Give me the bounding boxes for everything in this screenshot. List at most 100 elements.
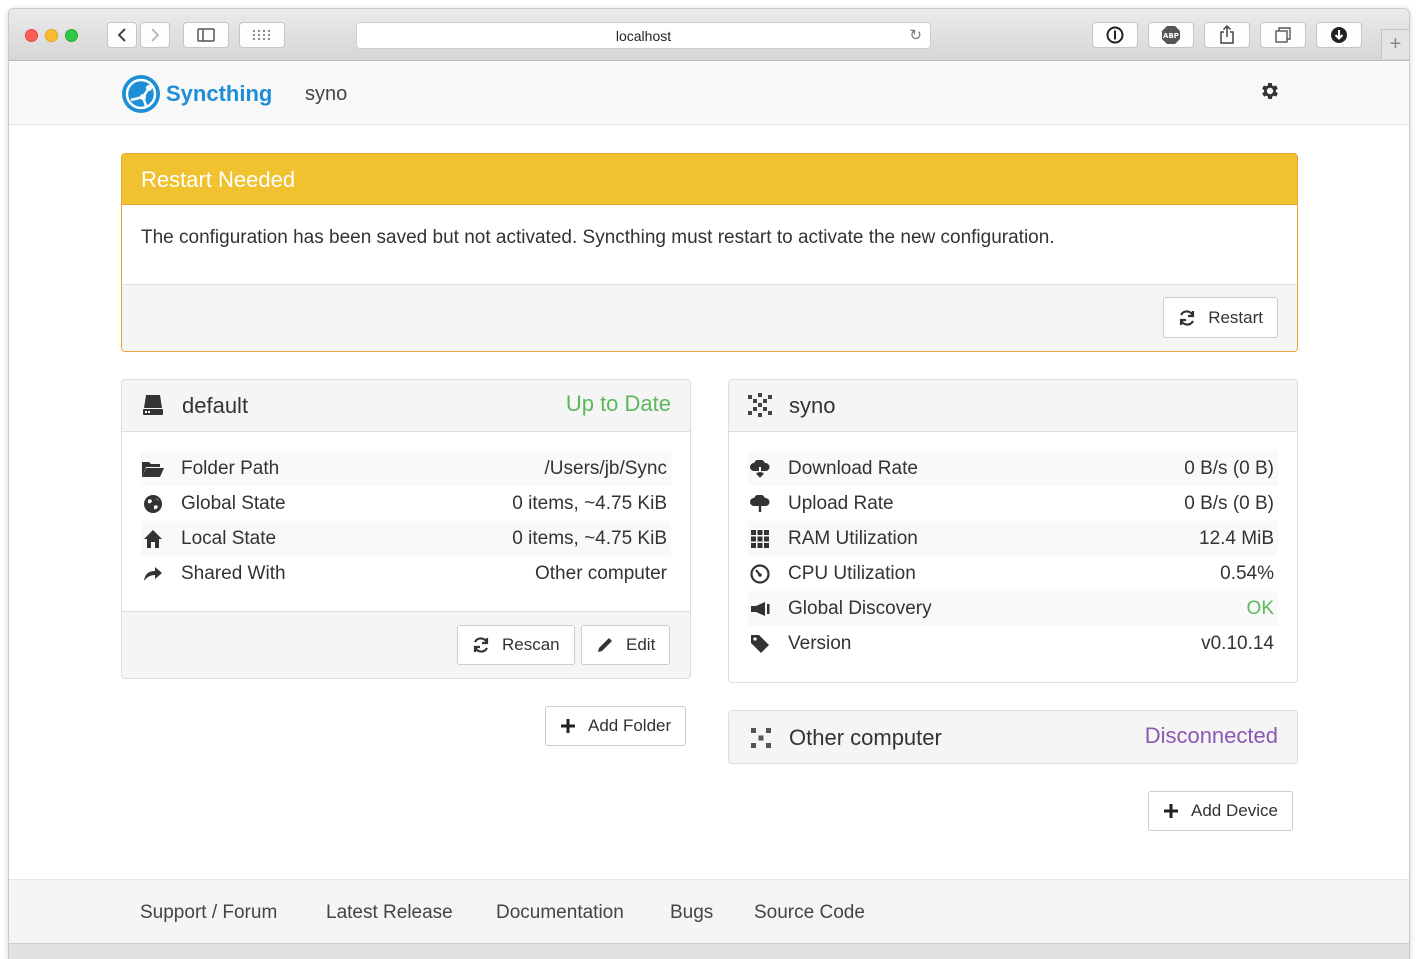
forward-button[interactable] [140,22,170,48]
footer-link-latest-release[interactable]: Latest Release [326,902,453,924]
cloud-upload-icon [748,494,772,514]
zoom-window-button[interactable] [65,29,78,42]
this-device-header[interactable]: syno [729,380,1297,432]
remote-device-status: Disconnected [1144,723,1278,748]
ram-utilization-row: RAM Utilization 12.4 MiB [748,521,1278,556]
alert-title: Restart Needed [122,154,1297,205]
remote-device-header[interactable]: Other computer Disconnected [729,711,1297,763]
add-device-button[interactable]: Add Device [1148,791,1293,831]
version-value: v0.10.14 [1201,632,1274,654]
local-state-value: 0 items, ~4.75 KiB [512,527,667,549]
plus-icon [1164,804,1178,818]
brand[interactable]: Syncthing [121,74,272,114]
th-grid-icon [748,529,772,549]
restart-button[interactable]: Restart [1163,297,1278,338]
rescan-button[interactable]: Rescan [457,625,575,665]
tabs-icon [1275,27,1291,43]
chevron-left-icon [117,28,126,42]
download-rate-row: Download Rate 0 B/s (0 B) [748,451,1278,486]
app-navbar: Syncthing syno [9,62,1409,125]
restart-alert-panel: Restart Needed The configuration has bee… [121,153,1298,352]
footer-link-documentation[interactable]: Documentation [496,902,624,924]
device-identicon-icon [748,393,772,417]
download-rate-value: 0 B/s (0 B) [1184,457,1274,479]
add-device-label: Add Device [1191,801,1278,820]
global-state-row: Global State 0 items, ~4.75 KiB [141,486,671,521]
refresh-icon [473,637,489,653]
folder-open-icon [141,459,165,479]
ram-utilization-value: 12.4 MiB [1199,527,1274,549]
share-arrow-icon [141,564,165,584]
adblock-button[interactable]: ABP [1148,22,1194,48]
add-folder-button[interactable]: Add Folder [545,706,687,746]
add-folder-label: Add Folder [588,716,672,735]
cpu-utilization-label: CPU Utilization [788,562,916,584]
sidebar-toggle-button[interactable] [183,22,229,48]
folder-path-label: Folder Path [181,457,280,479]
device-identicon-icon [751,728,771,748]
global-discovery-row: Global Discovery OK [748,591,1278,626]
remote-device-panel[interactable]: Other computer Disconnected [728,710,1298,764]
bullhorn-icon [748,599,772,619]
global-discovery-value: OK [1246,597,1274,619]
tabs-overview-button[interactable] [1260,22,1306,48]
folder-status: Up to Date [565,391,671,416]
downloads-button[interactable] [1316,22,1362,48]
device-name: syno [305,83,348,105]
folder-panel: default Up to Date Folder Path /Users/jb… [121,379,691,679]
browser-toolbar: localhost ↻ ABP + [9,9,1409,61]
close-window-button[interactable] [25,29,38,42]
window-bottom-bar [9,943,1409,959]
reload-icon[interactable]: ↻ [909,23,922,49]
share-icon [1220,25,1234,44]
folder-name: default [182,393,249,418]
settings-gear-icon[interactable] [1259,80,1281,102]
address-text: localhost [615,28,672,44]
plus-icon [561,719,575,733]
cpu-utilization-row: CPU Utilization 0.54% [748,556,1278,591]
chevron-right-icon [151,28,160,42]
global-state-value: 0 items, ~4.75 KiB [512,492,667,514]
download-icon [1331,27,1347,43]
address-bar[interactable]: localhost ↻ [356,22,931,49]
password-manager-button[interactable] [1092,22,1138,48]
tag-icon [748,634,772,654]
footer-link-source-code[interactable]: Source Code [754,902,865,924]
alert-footer: Restart [122,284,1297,351]
pencil-icon [598,638,612,652]
share-button[interactable] [1204,22,1250,48]
new-tab-button[interactable]: + [1381,29,1409,59]
cpu-utilization-value: 0.54% [1220,562,1274,584]
cloud-download-icon [748,459,772,479]
global-state-label: Global State [181,492,286,514]
device-details: Download Rate 0 B/s (0 B) Upload Rate 0 … [729,432,1297,661]
folder-path-row: Folder Path /Users/jb/Sync [141,451,671,486]
onepassword-icon [1106,26,1124,44]
folder-panel-header[interactable]: default Up to Date [122,380,690,432]
version-label: Version [788,632,852,654]
rescan-label: Rescan [502,635,560,654]
footer-link-support[interactable]: Support / Forum [140,902,277,924]
shared-with-label: Shared With [181,562,286,584]
upload-rate-row: Upload Rate 0 B/s (0 B) [748,486,1278,521]
sidebar-icon [197,28,215,42]
minimize-window-button[interactable] [45,29,58,42]
remote-device-name: Other computer [789,725,942,750]
footer: Support / Forum Latest Release Documenta… [9,879,1409,943]
edit-folder-button[interactable]: Edit [581,625,671,665]
alert-message: The configuration has been saved but not… [122,205,1297,284]
upload-rate-value: 0 B/s (0 B) [1184,492,1274,514]
this-device-panel: syno Download Rate 0 B/s (0 B) Upload Ra… [728,379,1298,683]
top-sites-button[interactable] [239,22,285,48]
version-row: Version v0.10.14 [748,626,1278,661]
footer-link-bugs[interactable]: Bugs [670,902,713,924]
globe-icon [141,494,165,514]
grid-icon [253,30,270,40]
syncthing-logo-icon [122,75,160,113]
restart-label: Restart [1208,307,1263,327]
local-state-row: Local State 0 items, ~4.75 KiB [141,521,671,556]
local-state-label: Local State [181,527,277,549]
refresh-icon [1180,309,1195,326]
browser-window: localhost ↻ ABP + Syncthing syno Restart… [8,8,1410,959]
back-button[interactable] [107,22,137,48]
